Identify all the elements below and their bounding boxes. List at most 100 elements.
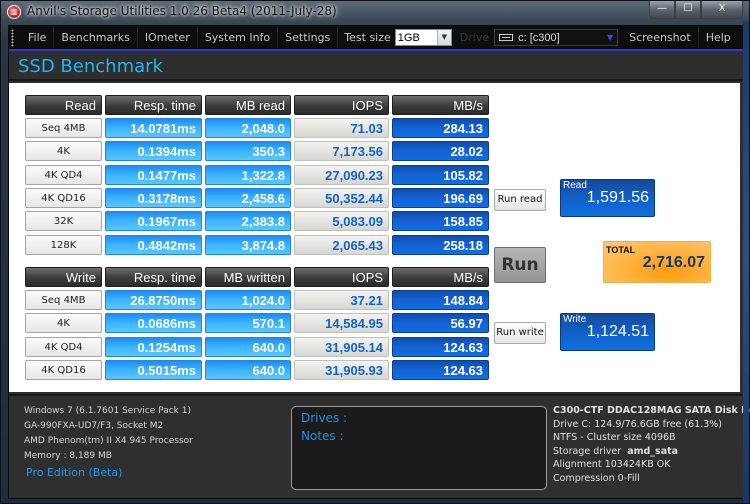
menu-help[interactable]: Help [699,27,738,48]
read-mbs-cell: 284.13 [392,118,489,138]
write-mb-cell: 570.1 [205,313,291,334]
read-test-label[interactable]: 32K [25,211,102,232]
disk-driver: Storage driver amd_sata [553,445,750,459]
menu-system-info[interactable]: System Info [198,27,279,48]
disk-fs: NTFS - Cluster size 4096B [553,432,676,443]
total-score: TOTAL 2,716.07 [603,241,711,283]
edition-label: Pro Edition (Beta) [26,466,123,479]
write-mbs-cell: 124.63 [392,359,489,380]
total-score-value: 2,716.07 [642,254,705,271]
write-test-label[interactable]: 4K QD4 [25,336,102,357]
write-header-0: Write [25,267,102,287]
write-score-value: 1,124.51 [586,323,649,340]
read-resp-time-cell: 14.0781ms [105,118,202,138]
page-title: SSD Benchmark [18,56,163,77]
disk-model: C300-CTF DDAC128MAG SATA Disk Dev [553,405,750,416]
read-header-1: Resp. time [105,95,202,115]
write-test-label[interactable]: Seq 4MB [25,290,102,310]
write-mbs-cell: 124.63 [392,336,489,357]
read-resp-time-cell: 0.4842ms [105,234,202,255]
read-header-3: IOPS [294,95,389,115]
read-resp-time-cell: 0.1967ms [105,211,202,232]
read-iops-cell: 27,090.23 [294,164,389,185]
read-score-label: Read [563,180,587,191]
write-header-3: IOPS [294,267,389,287]
write-mb-cell: 640.0 [205,336,291,357]
test-size-label: Test size [344,31,391,44]
chevron-down-icon[interactable]: ▼ [603,33,617,42]
read-mb-cell: 3,874.8 [205,234,291,255]
menu-file[interactable]: File [21,27,55,48]
disk-drive: Drive C: 124.9/76.6GB free (61.3%) [553,418,722,430]
test-size-value: 1GB [397,31,420,44]
write-resp-time-cell: 0.1254ms [105,336,202,357]
minimize-button[interactable]: — [649,1,675,19]
chevron-down-icon[interactable]: ▼ [436,30,451,45]
disk-compression: Compression 0-Fill [553,472,640,484]
read-header-2: MB read [205,95,291,115]
benchmark-panel: Read Resp. time MB read IOPS MB/s Seq 4MB 14.0… [9,83,740,392]
cpu-info: AMD Phenom(tm) II X4 945 Processor [24,436,193,446]
menu-settings[interactable]: Settings [278,27,339,48]
read-score: Read 1,591.56 [560,179,655,217]
menu-benchmarks[interactable]: Benchmarks [54,27,138,48]
run-button[interactable]: Run [494,247,546,283]
read-test-label[interactable]: 128K [25,234,102,255]
notes-label: Notes : [301,429,344,443]
menu-iometer[interactable]: IOmeter [138,27,198,48]
title-bar[interactable]: ▥ Anvil's Storage Utilities 1.0.26 Beta4… [1,1,749,23]
write-resp-time-cell: 26.8750ms [105,290,202,310]
read-header-4: MB/s [392,95,489,115]
read-iops-cell: 7,173.56 [294,141,389,162]
maximize-button[interactable]: ☐ [675,1,701,19]
write-header-4: MB/s [392,267,489,287]
write-resp-time-cell: 0.5015ms [105,359,202,380]
write-iops-cell: 14,584.95 [294,313,389,334]
read-mbs-cell: 258.18 [392,234,489,255]
test-size-select[interactable]: 1GB ▼ [394,29,452,46]
motherboard-info: GA-990FXA-UD7/F3, Socket M2 [24,421,164,431]
read-iops-cell: 2,065.43 [294,234,389,255]
notes-box[interactable]: Drives : Notes : [291,406,547,490]
read-mb-cell: 2,048.0 [205,118,291,138]
read-resp-time-cell: 0.1477ms [105,164,202,185]
read-score-value: 1,591.56 [586,189,649,206]
disk-alignment: Alignment 103424KB OK [553,459,671,470]
read-iops-cell: 71.03 [294,118,389,138]
menu-screenshot[interactable]: Screenshot [622,27,699,48]
write-score: Write 1,124.51 [560,313,655,351]
read-test-label[interactable]: 4K QD4 [25,164,102,185]
read-mbs-cell: 28.02 [392,141,489,162]
write-iops-cell: 37.21 [294,290,389,310]
system-info: Windows 7 (6.1.7601 Service Pack 1) GA-9… [24,404,193,464]
driver-label: Storage driver [553,445,622,457]
drive-select[interactable]: c: [c300] ▼ [494,29,619,46]
window-title: Anvil's Storage Utilities 1.0.26 Beta4 (… [27,4,337,18]
read-test-label[interactable]: 4K [25,141,102,162]
app-logo-icon: ▥ [7,5,21,19]
write-test-label[interactable]: 4K QD16 [25,359,102,380]
write-header-2: MB written [205,267,291,287]
memory-info: Memory : 8,189 MB [24,451,112,461]
page-heading: SSD Benchmark [9,53,743,81]
close-button[interactable]: X [701,1,743,19]
read-mb-cell: 350.3 [205,141,291,162]
disk-info: C300-CTF DDAC128MAG SATA Disk Dev Drive … [553,404,750,485]
write-score-label: Write [563,314,587,325]
driver-value: amd_sata [627,445,679,457]
read-mbs-cell: 158.85 [392,211,489,232]
client-area: File Benchmarks IOmeter System Info Sett… [8,25,750,499]
drives-label: Drives : [301,411,348,425]
run-write-button[interactable]: Run write [494,322,546,344]
write-test-label[interactable]: 4K [25,313,102,334]
run-read-button[interactable]: Run read [494,189,546,211]
write-iops-cell: 31,905.14 [294,336,389,357]
drive-icon [499,34,514,41]
write-iops-cell: 31,905.93 [294,359,389,380]
toolbar-grip-icon[interactable] [11,28,17,47]
read-mb-cell: 2,383.8 [205,211,291,232]
read-test-label[interactable]: Seq 4MB [25,118,102,138]
write-mbs-cell: 56.97 [392,313,489,334]
read-test-label[interactable]: 4K QD16 [25,187,102,208]
read-iops-cell: 50,352.44 [294,187,389,208]
